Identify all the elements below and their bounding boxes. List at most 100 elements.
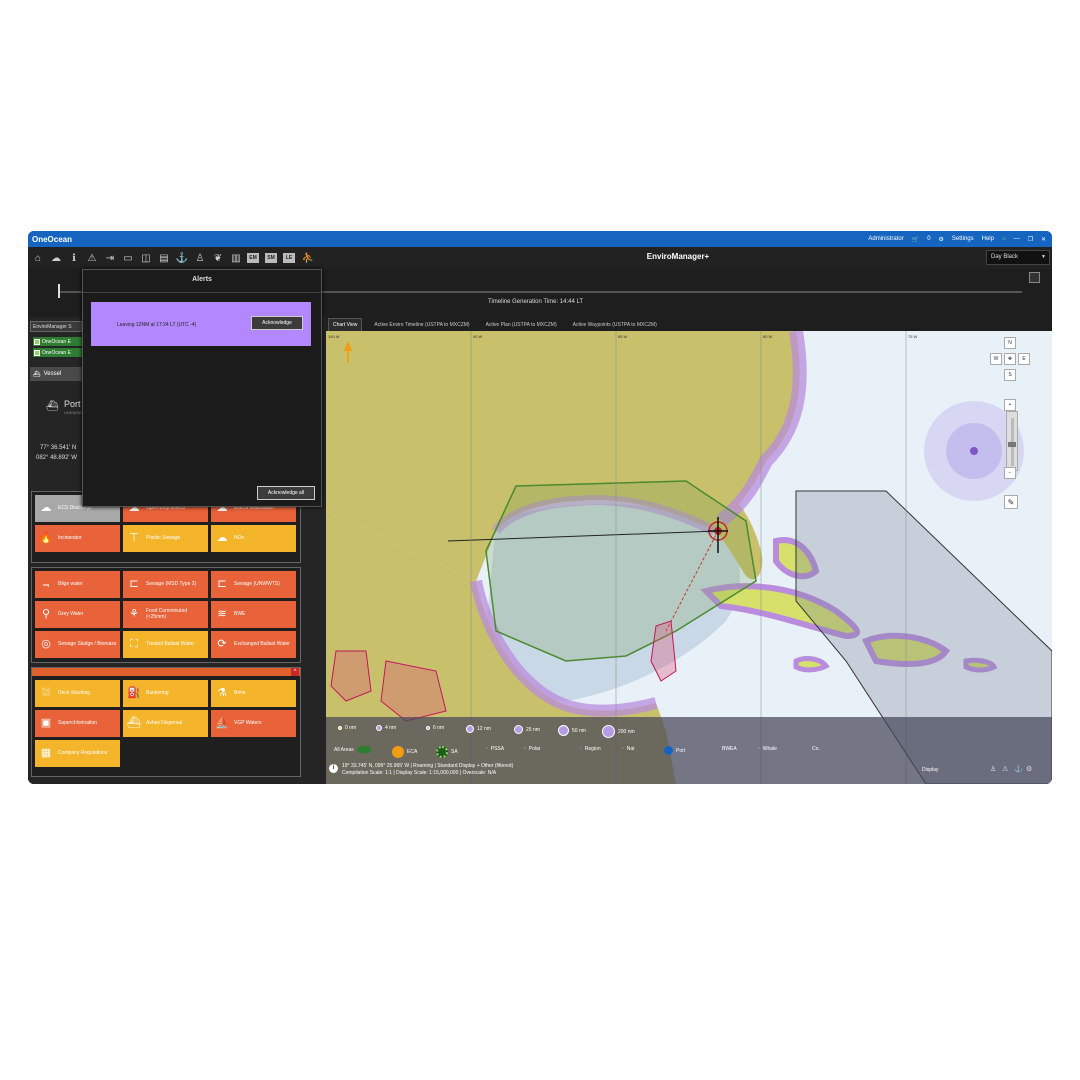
pencil-icon[interactable]: ✎: [1004, 495, 1018, 509]
zoom-out-button[interactable]: −: [1004, 467, 1016, 479]
layer-nat[interactable]: • Nat: [622, 746, 635, 752]
layer-polar[interactable]: • Polar: [524, 746, 540, 752]
discharge-tile[interactable]: ⚗ Brine: [211, 680, 296, 707]
toilet-icon: ⊏: [217, 578, 227, 591]
layer-sa[interactable]: SA: [436, 746, 458, 758]
layer-row[interactable]: OneOcean E: [33, 348, 83, 357]
vessel-tab-label: Vessel: [43, 371, 62, 377]
layer-port[interactable]: Port: [664, 746, 685, 755]
anchor-icon[interactable]: ⚓: [174, 250, 190, 266]
toggle-icon[interactable]: [356, 746, 371, 753]
discharge-tile[interactable]: ☁ NOx: [211, 525, 296, 552]
cart-icon[interactable]: 🛒: [912, 236, 919, 243]
layer-bwea[interactable]: BWEA: [722, 746, 737, 752]
minimize-icon[interactable]: —: [1014, 236, 1020, 242]
settings-icon[interactable]: ⚙: [1026, 765, 1032, 773]
timeline-handle[interactable]: [58, 284, 60, 298]
discharge-tile[interactable]: ≋ BWE: [211, 601, 296, 628]
discharge-tile[interactable]: ⟳ Exchanged Ballast Water: [211, 631, 296, 658]
discharge-tile[interactable]: ⚘ Food Comminuted (<25mm): [123, 601, 208, 628]
pan-west-button[interactable]: W: [990, 353, 1002, 365]
export-icon[interactable]: ⇥: [102, 250, 118, 266]
discharge-tile[interactable]: ⊏ Sewage (UNWWTS): [211, 571, 296, 598]
checkbox-icon[interactable]: [34, 338, 40, 345]
panel-icon[interactable]: ◫: [138, 250, 154, 266]
discharge-tile[interactable]: ⛆ Deck Washing: [35, 680, 120, 707]
expand-icon[interactable]: [1029, 272, 1040, 283]
layer-eca[interactable]: ECA: [392, 746, 417, 758]
zoom-handle[interactable]: [1008, 442, 1016, 447]
discharge-tile[interactable]: ⫬ Bilge water: [35, 571, 120, 598]
vessel-tab[interactable]: ⛴ Vessel: [30, 367, 82, 381]
lon-label: 80 W: [763, 334, 773, 339]
discharge-tile[interactable]: ⛴ Ashes Dispersal: [123, 710, 208, 737]
display-label[interactable]: Display: [922, 767, 938, 773]
em-button[interactable]: EM: [247, 253, 259, 263]
home-icon[interactable]: ⌂: [30, 250, 46, 266]
layer-row[interactable]: OneOcean E: [33, 337, 83, 346]
discharge-tile[interactable]: ⚲ Grey Water: [35, 601, 120, 628]
discharge-tile-label: Sewage (MSD Type 2): [146, 580, 197, 587]
center-icon[interactable]: ✥: [1004, 353, 1016, 365]
layers-icon[interactable]: ▥: [228, 250, 244, 266]
tab-chart-view[interactable]: Chart View: [328, 318, 363, 331]
discharge-tile[interactable]: 🔥 Incinerator: [35, 525, 120, 552]
discharge-tile[interactable]: ⊤ Plastic Sewage: [123, 525, 208, 552]
range-2[interactable]: 6 nm: [426, 725, 444, 731]
tab-enviro-timeline[interactable]: Active Enviro Timeline (USTPA to MXCZM): [370, 319, 473, 331]
sm-button[interactable]: SM: [265, 253, 277, 263]
range-5[interactable]: 50 nm: [558, 725, 586, 736]
acknowledge-all-button[interactable]: Acknowledge all: [257, 486, 315, 500]
chart-map[interactable]: 100 W 90 W 85 W 80 W 75 W N W ✥ E S + − …: [326, 331, 1052, 784]
warning-icon[interactable]: ⚠: [84, 250, 100, 266]
zoom-slider[interactable]: [1006, 411, 1018, 471]
range-0[interactable]: 0 nm: [338, 725, 356, 731]
layer-co[interactable]: Co.: [812, 746, 820, 752]
anchor-icon[interactable]: ⚓: [1014, 765, 1023, 773]
le-button[interactable]: LE: [283, 253, 295, 263]
range-3[interactable]: 12 nm: [466, 725, 491, 733]
discharge-tile[interactable]: ⛶ Treated Ballast Water: [123, 631, 208, 658]
layer-region[interactable]: • Region: [580, 746, 601, 752]
layer-pssa[interactable]: • PSSA: [486, 746, 504, 752]
close-icon[interactable]: ✕: [1041, 236, 1046, 243]
cloud-upload-icon[interactable]: ☁: [48, 250, 64, 266]
range-6[interactable]: 200 nm: [602, 725, 635, 738]
discharge-tile[interactable]: ⛽ Bunkering: [123, 680, 208, 707]
discharge-tile[interactable]: ⛵ VGP Waters: [211, 710, 296, 737]
layer-all-areas[interactable]: All Areas: [334, 746, 371, 753]
theme-select[interactable]: Day Black ▼: [986, 250, 1050, 265]
discharge-tile-label: Food Comminuted (<25mm): [146, 607, 188, 620]
pan-east-button[interactable]: E: [1018, 353, 1030, 365]
info-icon[interactable]: ℹ: [66, 250, 82, 266]
tab-active-plan[interactable]: Active Plan (USTPA to MXCZM): [482, 319, 561, 331]
home-icon[interactable]: ⌂: [1002, 236, 1006, 242]
message-icon[interactable]: ▤: [156, 250, 172, 266]
book-icon[interactable]: ▭: [120, 250, 136, 266]
discharge-tile[interactable]: ◎ Sewage Sludge / Biomass: [35, 631, 120, 658]
user-label[interactable]: Administrator: [868, 236, 903, 242]
discharge-tile[interactable]: ▦ Company Regulations: [35, 740, 120, 767]
checkbox-icon[interactable]: [34, 349, 40, 356]
layer-whale[interactable]: • Whale: [758, 746, 777, 752]
collapse-icon[interactable]: ^: [291, 668, 299, 676]
discharge-tile[interactable]: ⊏ Sewage (MSD Type 2): [123, 571, 208, 598]
settings-link[interactable]: Settings: [952, 236, 974, 242]
gear-icon[interactable]: ⚙: [939, 236, 944, 243]
range-4[interactable]: 25 nm: [514, 725, 540, 734]
person-icon[interactable]: ♙: [990, 765, 996, 773]
range-1[interactable]: 4 nm: [376, 725, 396, 731]
pan-north-button[interactable]: N: [1004, 337, 1016, 349]
leaf-icon[interactable]: ❦: [210, 250, 226, 266]
zoom-in-button[interactable]: +: [1004, 399, 1016, 411]
discharge-tile[interactable]: ▣ Superchlorination: [35, 710, 120, 737]
info-icon[interactable]: i: [329, 764, 338, 773]
acknowledge-button[interactable]: Acknowledge: [251, 316, 303, 330]
maximize-icon[interactable]: ❐: [1028, 236, 1033, 243]
help-link[interactable]: Help: [982, 236, 994, 242]
crew-icon[interactable]: ♙: [192, 250, 208, 266]
pan-south-button[interactable]: S: [1004, 369, 1016, 381]
person-icon[interactable]: ⛹: [300, 250, 316, 266]
tab-active-waypoints[interactable]: Active Waypoints (USTPA to MXCZM): [569, 319, 661, 331]
warning-icon[interactable]: ⚠: [1002, 765, 1008, 773]
